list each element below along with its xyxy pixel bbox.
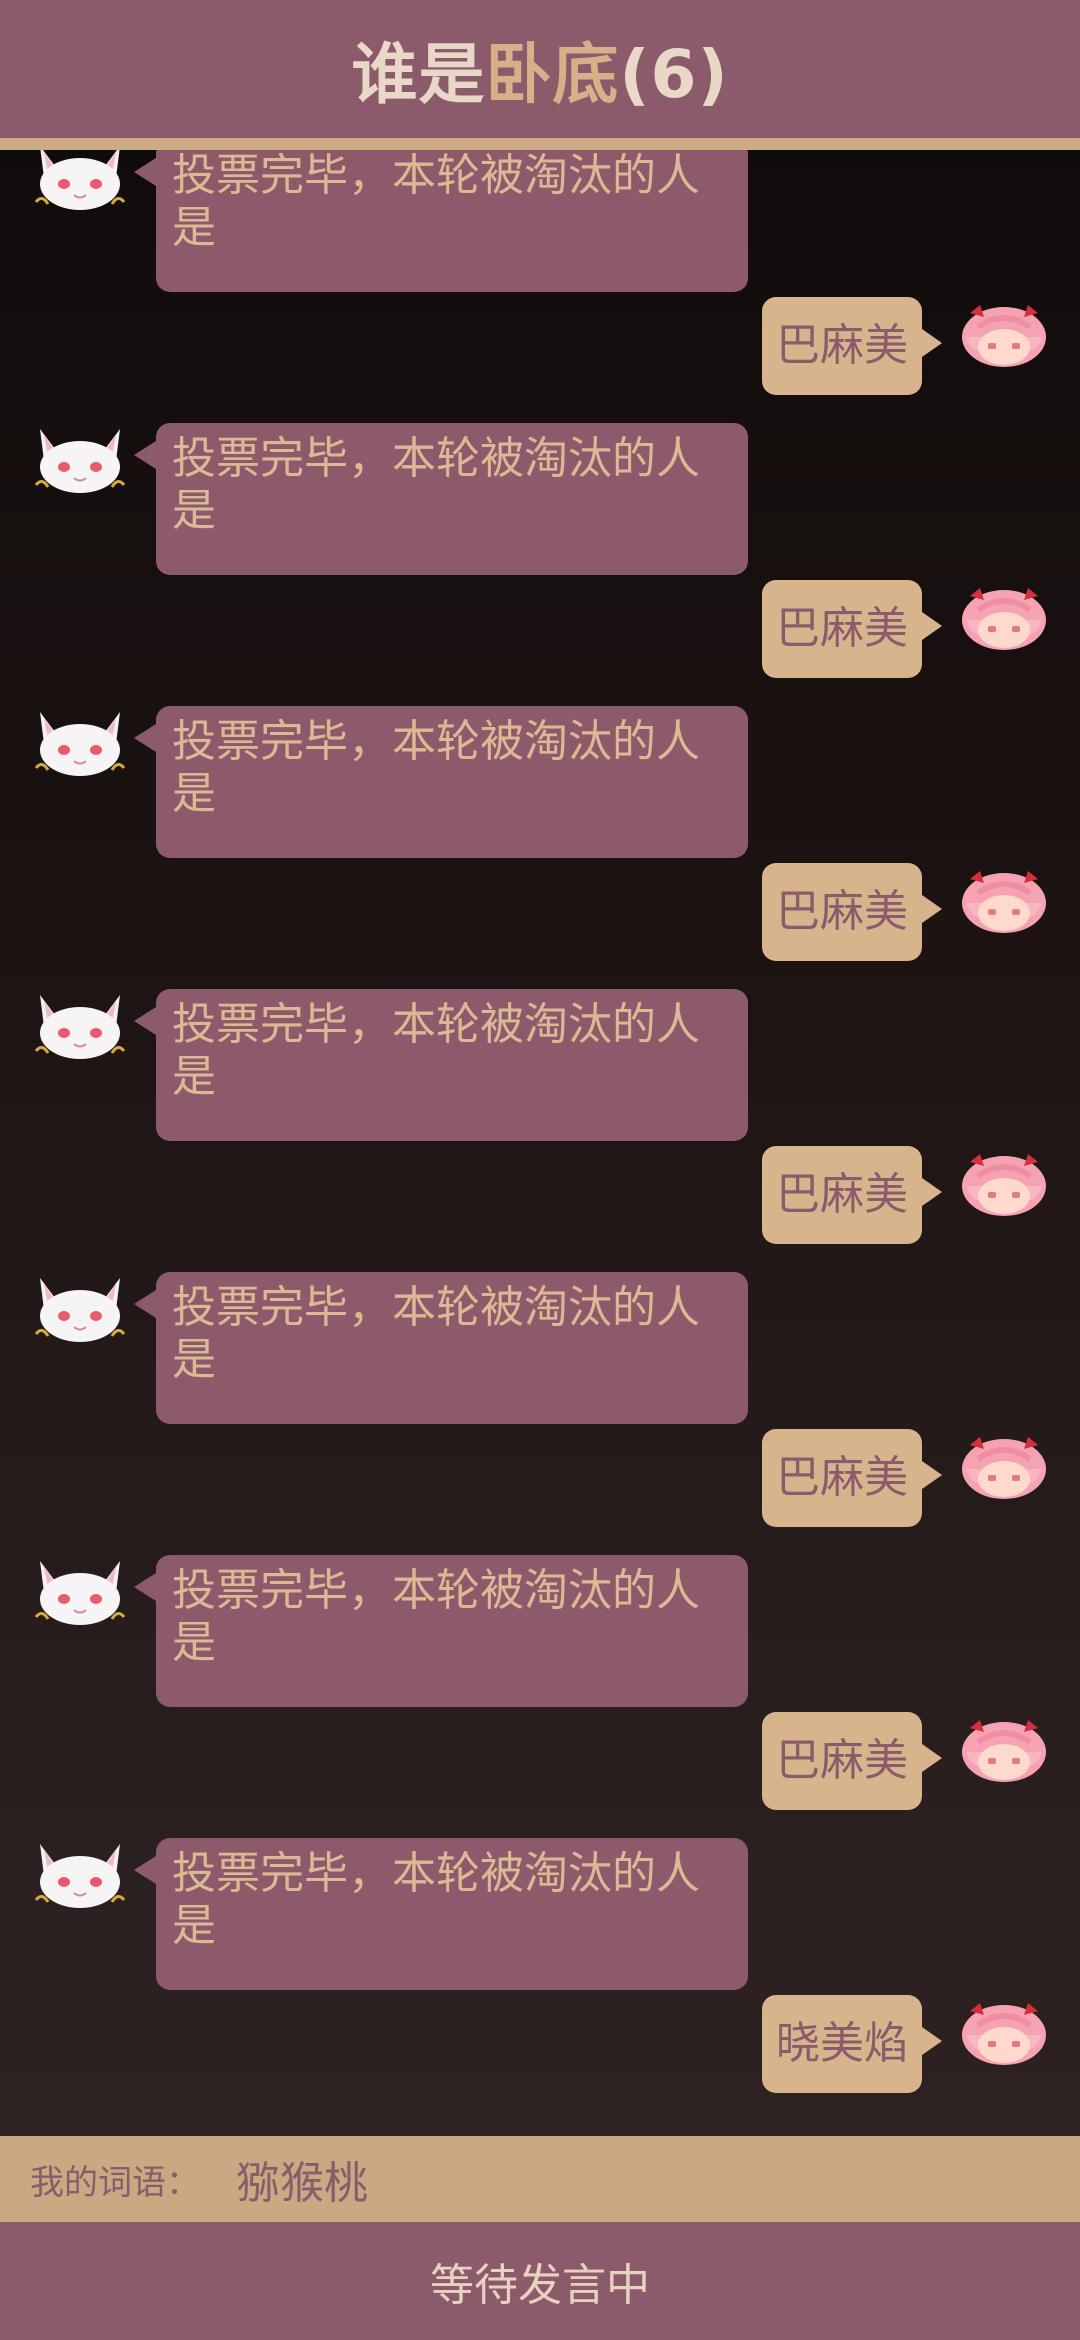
system-message-bubble: 投票完毕，本轮被淘汰的人是 (134, 989, 748, 1141)
status-bar: 等待发言中 (0, 2222, 1080, 2340)
page-title: 谁是卧底(6) (351, 21, 728, 117)
system-message-bubble: 投票完毕，本轮被淘汰的人是 (134, 1838, 748, 1990)
my-word-value: 猕猴桃 (236, 2158, 368, 2209)
system-message-bubble: 投票完毕，本轮被淘汰的人是 (134, 1272, 748, 1424)
cat-mascot-icon (28, 150, 132, 212)
my-word-bar: 我的词语： 猕猴桃 (0, 2136, 1080, 2222)
pink-hair-girl-icon (956, 291, 1052, 375)
system-message-bubble: 投票完毕，本轮被淘汰的人是 (134, 1555, 748, 1707)
system-message-bubble: 投票完毕，本轮被淘汰的人是 (134, 706, 748, 858)
pink-hair-girl-icon (956, 1706, 1052, 1790)
pink-hair-girl-icon (956, 1140, 1052, 1224)
pink-hair-girl-icon (956, 1989, 1052, 2073)
pink-hair-girl-icon (956, 857, 1052, 941)
pink-hair-girl-icon (956, 574, 1052, 658)
player-message-bubble: 巴麻美 (762, 1712, 942, 1810)
cat-mascot-icon (28, 706, 132, 778)
header-divider (0, 138, 1080, 150)
cat-mascot-icon (28, 989, 132, 1061)
cat-mascot-icon (28, 1555, 132, 1627)
cat-mascot-icon (28, 1272, 132, 1344)
player-message-bubble: 巴麻美 (762, 580, 942, 678)
cat-mascot-icon (28, 1838, 132, 1910)
system-message-bubble: 投票完毕，本轮被淘汰的人是 (134, 150, 748, 292)
status-text: 等待发言中 (430, 2260, 650, 2311)
my-word-label: 我的词语： (30, 2162, 200, 2203)
player-message-bubble: 巴麻美 (762, 1146, 942, 1244)
title-part-1: 谁是 (351, 36, 486, 113)
system-message-bubble: 投票完毕，本轮被淘汰的人是 (134, 423, 748, 575)
header-bar: 谁是卧底(6) (0, 0, 1080, 138)
cat-mascot-icon (28, 423, 132, 495)
player-message-bubble: 巴麻美 (762, 863, 942, 961)
player-message-bubble: 巴麻美 (762, 1429, 942, 1527)
player-message-bubble: 巴麻美 (762, 297, 942, 395)
title-round-count: (6) (619, 36, 729, 113)
title-part-2: 卧底 (485, 36, 620, 113)
pink-hair-girl-icon (956, 1423, 1052, 1507)
player-message-bubble: 晓美焰 (762, 1995, 942, 2093)
chat-list[interactable]: 投票完毕，本轮被淘汰的人是 巴麻美 投票完毕，本轮被淘汰的人是 巴麻美 投票完毕… (0, 150, 1080, 2136)
